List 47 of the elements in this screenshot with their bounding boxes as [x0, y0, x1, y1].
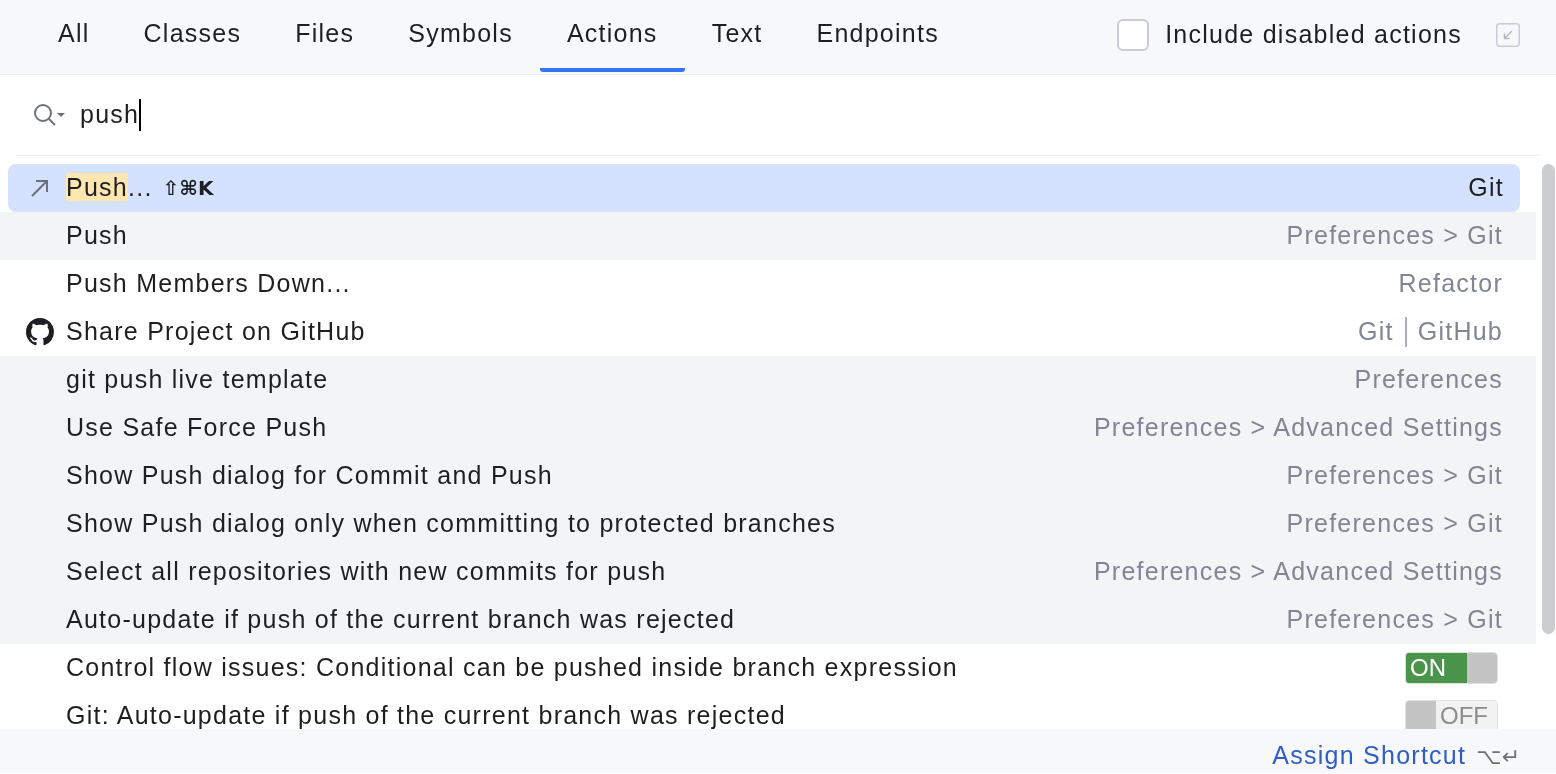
checkbox-label: Include disabled actions: [1165, 19, 1462, 51]
diagonal-arrow-icon: [30, 178, 50, 198]
item-label: Push Members Down...: [66, 268, 351, 300]
location-text: Preferences: [1354, 364, 1503, 396]
shortcut-text: ⇧⌘K: [162, 175, 214, 202]
scrollbar[interactable]: [1542, 164, 1555, 634]
location-text: Preferences > Git: [1286, 220, 1503, 252]
assign-shortcut-link[interactable]: Assign Shortcut: [1272, 737, 1467, 774]
arrow-in-box-icon[interactable]: [1496, 23, 1520, 47]
item-label: Share Project on GitHub: [66, 316, 366, 348]
text-cursor-icon: [139, 99, 142, 131]
tab[interactable]: Files: [268, 0, 382, 72]
location-text: GitHub: [1417, 316, 1503, 348]
location-text: Preferences > Git: [1286, 460, 1503, 492]
item-label: Auto-update if push of the current branch was rejected: [66, 604, 736, 636]
item-label: Select all repositories with new commits for push: [66, 556, 667, 588]
result-row[interactable]: Select all repositories with new commits for push Preferences > Advanced Settings: [0, 548, 1536, 596]
location-text: Preferences > Advanced Settings: [1093, 556, 1503, 588]
location-text: Git: [1468, 172, 1504, 204]
item-label: Use Safe Force Push: [66, 412, 328, 444]
result-row[interactable]: Use Safe Force Push Preferences > Advanced Settings: [0, 404, 1536, 452]
toggle-switch[interactable]: ON: [1405, 652, 1498, 684]
item-label: Show Push dialog for Commit and Push: [66, 460, 553, 492]
result-row[interactable]: Push Preferences > Git: [0, 212, 1536, 260]
location-text: Git: [1358, 316, 1394, 348]
location-text: Preferences > Advanced Settings: [1093, 412, 1503, 444]
item-label: Control flow issues: Conditional can be pushed inside branch expression: [66, 652, 958, 684]
result-row[interactable]: Show Push dialog for Commit and Push Preferences > Git: [0, 452, 1536, 500]
tab[interactable]: All: [31, 0, 117, 72]
tab[interactable]: Endpoints: [789, 0, 966, 72]
item-label: Show Push dialog only when committing to protected branches: [66, 508, 836, 540]
shortcut-hint: ⌥↵: [1476, 742, 1520, 771]
result-row[interactable]: Auto-update if push of the current branch was rejected Preferences > Git: [0, 596, 1536, 644]
tab[interactable]: Classes: [116, 0, 269, 72]
result-row[interactable]: Show Push dialog only when committing to protected branches Preferences > Git: [0, 500, 1536, 548]
tab[interactable]: Text: [684, 0, 790, 72]
item-label: Push: [66, 220, 128, 252]
location-text: Preferences > Git: [1286, 508, 1503, 540]
tab[interactable]: Symbols: [381, 0, 540, 72]
checkbox[interactable]: [1117, 19, 1150, 51]
location-text: Preferences > Git: [1286, 604, 1503, 636]
location-text: Refactor: [1398, 268, 1503, 300]
item-label: Git: Auto-update if push of the current branch was rejected: [66, 700, 786, 729]
item-label: git push live template: [66, 364, 329, 396]
search-icon[interactable]: [33, 103, 65, 127]
result-row[interactable]: Push... ⇧⌘K Git: [8, 164, 1520, 212]
result-row[interactable]: git push live template Preferences: [0, 356, 1536, 404]
